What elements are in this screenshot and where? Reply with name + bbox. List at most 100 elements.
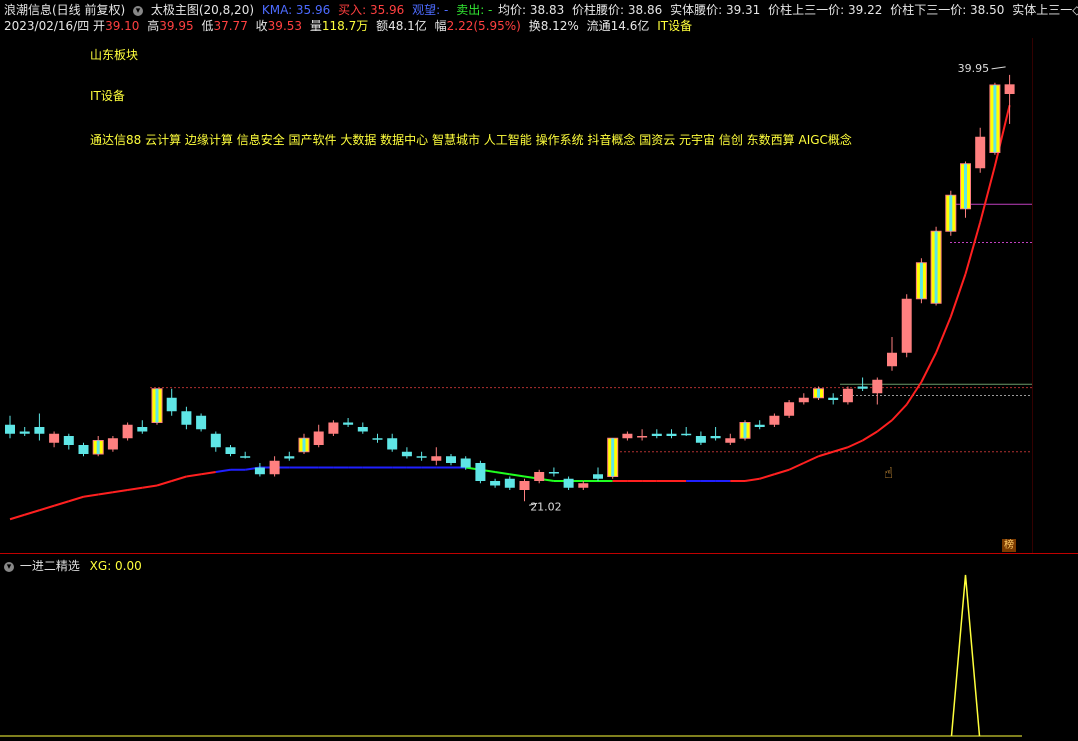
candle-body	[784, 402, 795, 416]
candle-body	[681, 433, 692, 436]
candle-body	[548, 472, 559, 474]
ma-segment	[979, 165, 996, 223]
low-price-marker: 21.02	[530, 500, 562, 513]
candle-body	[387, 438, 398, 450]
candle-body	[563, 478, 574, 488]
candle-body	[5, 424, 15, 434]
ma-segment	[127, 486, 143, 491]
candle-body	[901, 298, 912, 353]
ma-segment	[494, 471, 510, 476]
signal-spike	[950, 574, 981, 737]
ma-segment	[171, 475, 187, 482]
candle-body	[975, 136, 986, 169]
candle-body	[622, 433, 633, 439]
ma-segment	[862, 430, 878, 442]
ma-segment	[68, 495, 84, 503]
candle-core	[919, 262, 923, 299]
candle-body	[19, 431, 30, 434]
candle-core	[817, 388, 820, 398]
ma-segment	[788, 462, 805, 471]
ma-segment	[200, 471, 216, 476]
ma-segment	[949, 273, 967, 318]
gear-icon[interactable]: ▾	[4, 561, 14, 572]
candle-body	[828, 397, 839, 400]
candle-body	[534, 472, 545, 481]
ma-segment	[964, 221, 982, 275]
candle-body	[34, 427, 45, 434]
candle-body	[446, 456, 456, 463]
candle-body	[372, 438, 383, 440]
candle-body	[578, 483, 589, 488]
high-price-marker: 39.95	[958, 62, 990, 75]
ma-segment	[39, 504, 55, 512]
candle-body	[769, 415, 780, 425]
high-marker-arrow	[991, 66, 1006, 70]
ma-segment	[24, 509, 40, 516]
candle-body	[695, 436, 706, 443]
candle-body	[328, 422, 339, 434]
candle-body	[63, 436, 74, 445]
xg-value: XG: 0.00	[89, 559, 142, 573]
candle-body	[666, 433, 677, 436]
ma-segment	[847, 439, 864, 449]
ma-segment	[905, 381, 923, 406]
ma-segment	[935, 316, 952, 354]
candle-body	[401, 451, 412, 457]
candle-body	[637, 436, 648, 438]
ma-segment	[215, 468, 231, 473]
candle-body	[122, 424, 133, 439]
candle-body	[725, 438, 736, 443]
candle-body	[872, 379, 883, 394]
candle-body	[107, 438, 118, 450]
candle-body	[475, 463, 486, 481]
pane-divider[interactable]	[0, 553, 1078, 554]
ma-segment	[142, 484, 158, 489]
ma-segment	[98, 491, 114, 496]
candle-body	[137, 427, 148, 432]
candle-body	[166, 397, 177, 412]
candle-body	[1004, 84, 1015, 94]
sub-chart-header: ▾ 一进二精选 XG: 0.00	[4, 557, 142, 574]
candle-body	[210, 433, 221, 448]
candle-body	[49, 433, 60, 443]
candle-body	[284, 456, 295, 459]
candle-body	[181, 411, 192, 425]
ma-segment	[832, 446, 849, 453]
candle-body	[240, 456, 251, 458]
ma-segment	[774, 468, 790, 476]
ma-segment	[803, 455, 819, 464]
candle-body	[842, 388, 853, 403]
candle-body	[460, 458, 471, 468]
candle-core	[934, 231, 938, 304]
candle-body	[887, 352, 897, 367]
candle-body	[593, 474, 603, 479]
candle-core	[993, 85, 997, 153]
candle-body	[651, 433, 662, 436]
candle-body	[357, 427, 368, 432]
candle-core	[964, 163, 967, 209]
hand-cursor-icon: ☝	[884, 464, 893, 482]
ma-segment	[156, 480, 172, 487]
rank-badge[interactable]: 榜	[1002, 539, 1016, 552]
candle-body	[313, 431, 324, 445]
candle-body	[254, 467, 265, 475]
ma-segment	[818, 450, 834, 458]
candle-body	[343, 422, 354, 425]
ma-segment	[744, 477, 760, 482]
ma-segment	[83, 493, 99, 498]
candle-body	[504, 478, 515, 488]
sub-chart-title[interactable]: 一进二精选	[20, 559, 80, 573]
ma-segment	[112, 489, 128, 494]
candle-body	[196, 415, 207, 430]
candle-body	[416, 456, 427, 458]
candle-core	[949, 195, 953, 232]
candle-body	[490, 481, 501, 486]
ma-segment	[876, 419, 893, 433]
candle-body	[798, 397, 809, 403]
candlestick-chart[interactable]: 39.95 21.02 ☝	[0, 0, 1078, 741]
candle-core	[96, 440, 100, 454]
ma-segment	[186, 473, 202, 478]
candle-body	[269, 460, 280, 475]
candle-body	[431, 456, 442, 461]
ma-segment	[891, 403, 908, 421]
